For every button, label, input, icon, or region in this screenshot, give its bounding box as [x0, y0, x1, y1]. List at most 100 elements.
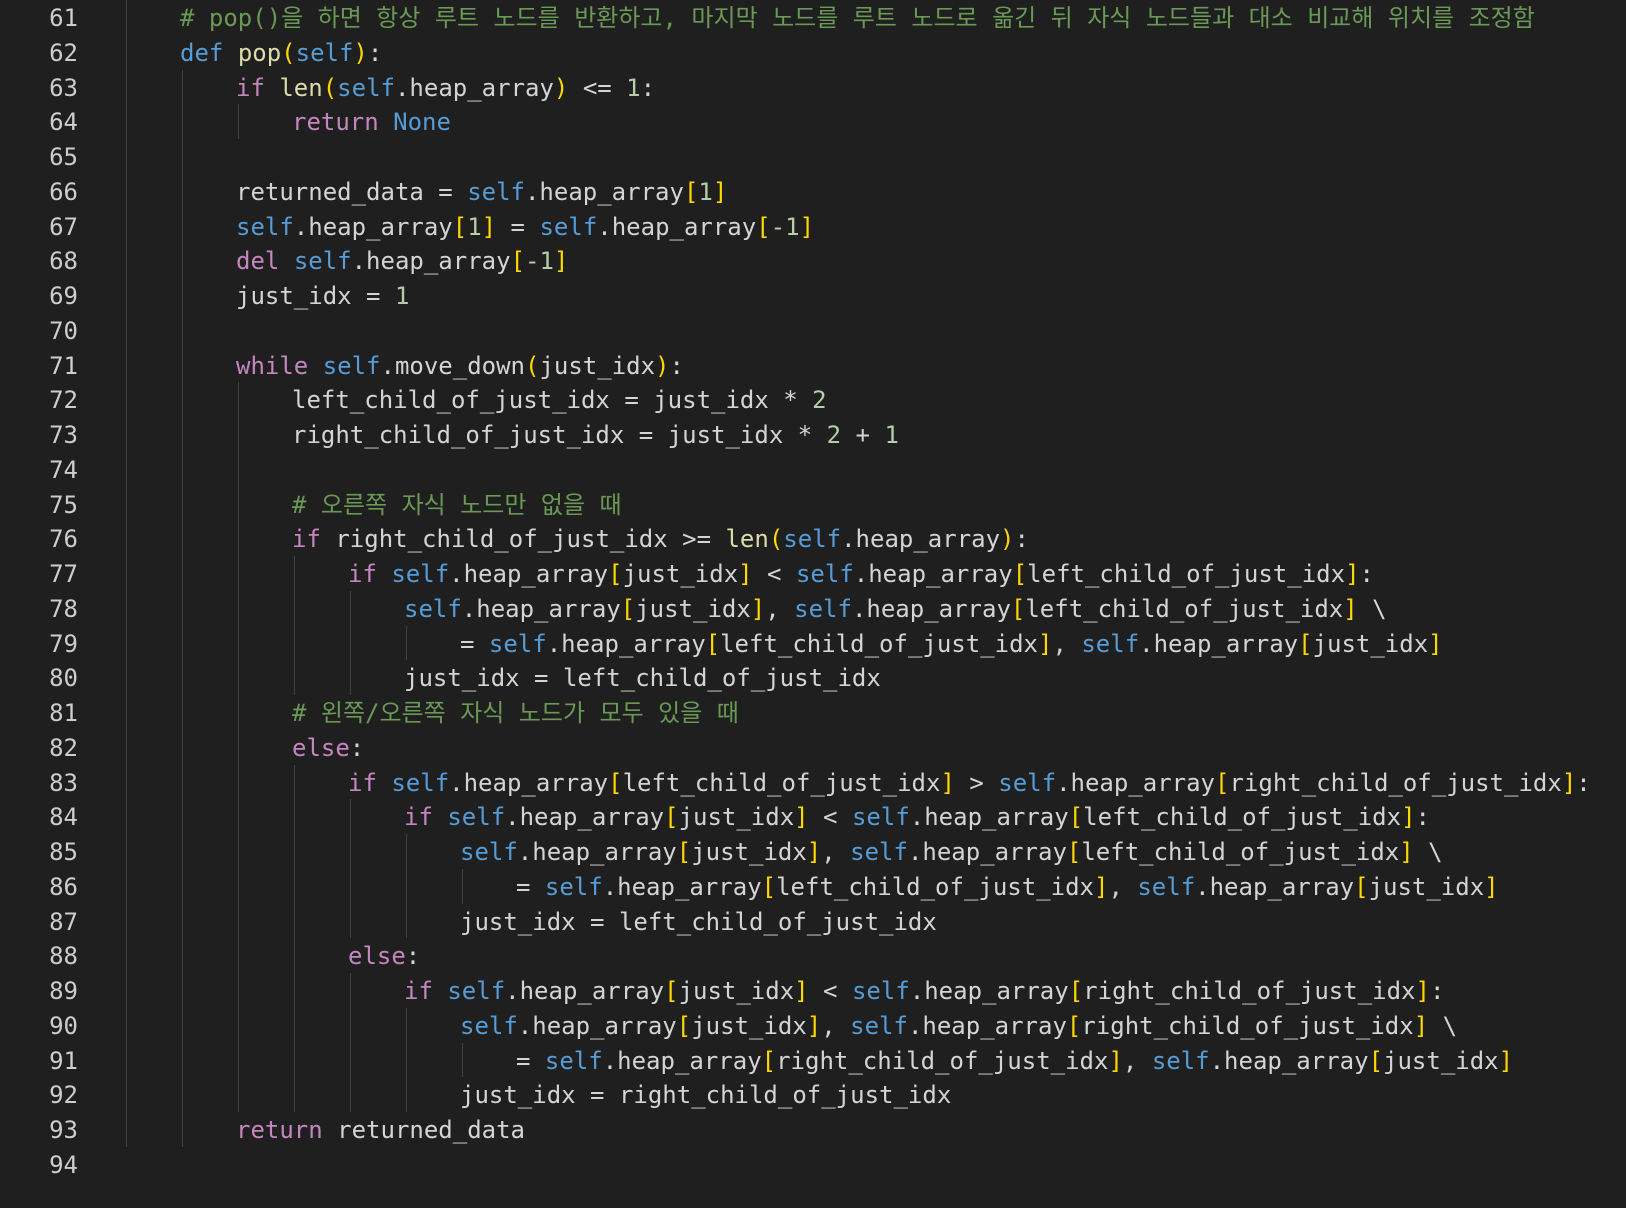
line-number: 75 — [49, 490, 78, 519]
code-line[interactable]: 76 if right_child_of_just_idx >= len(self… — [0, 521, 1626, 557]
code-token: # 오른쪽 자식 노드만 없을 때 — [292, 490, 622, 519]
code-token: 1 — [884, 421, 899, 449]
code-line[interactable]: 69 just_idx = 1 — [0, 278, 1626, 314]
code-token: self — [544, 1046, 603, 1075]
line-number: 69 — [49, 282, 78, 310]
line-code: self.heap_array[just_idx], self.heap_arr… — [460, 837, 1443, 867]
code-line[interactable]: 65 — [0, 139, 1626, 175]
code-token: just_idx = left_child_of_just_idx — [404, 664, 881, 693]
code-token: .heap_array — [853, 560, 1013, 588]
code-token: -1 — [770, 212, 800, 241]
code-line[interactable]: 80 just_idx = left_child_of_just_idx — [0, 660, 1626, 696]
code-token: + — [841, 421, 885, 449]
line-code: self.heap_array[just_idx], self.heap_arr… — [460, 1011, 1457, 1041]
code-line[interactable]: 64 return None — [0, 104, 1626, 140]
line-code: # pop()을 하면 항상 루트 노드를 반환하고, 마지막 노드를 루트 노… — [180, 3, 1535, 33]
code-token: ] — [481, 212, 497, 241]
code-token: self — [447, 803, 506, 832]
code-token: , — [1108, 872, 1138, 901]
code-token: self — [460, 1011, 518, 1040]
code-token: just_idx = — [236, 282, 395, 310]
code-line[interactable]: 72 left_child_of_just_idx = just_idx * 2 — [0, 382, 1626, 418]
code-token: [ — [664, 977, 679, 1005]
line-number: 77 — [49, 560, 78, 588]
code-line[interactable]: 83 if self.heap_array[left_child_of_just_… — [0, 765, 1626, 801]
code-line[interactable]: 91 = self.heap_array[right_child_of_just_… — [0, 1043, 1626, 1079]
code-token: self — [850, 1011, 908, 1040]
code-token: = — [516, 872, 545, 901]
line-number: 82 — [49, 733, 78, 762]
code-line[interactable]: 81 # 왼쪽/오른쪽 자식 노드가 모두 있을 때 — [0, 695, 1626, 731]
code-line[interactable]: 92 just_idx = right_child_of_just_idx — [0, 1077, 1626, 1113]
code-line[interactable]: 74 — [0, 452, 1626, 488]
line-number: 80 — [49, 664, 78, 693]
code-line[interactable]: 87 just_idx = left_child_of_just_idx — [0, 904, 1626, 940]
line-code: self.heap_array[1] = self.heap_array[-1] — [236, 212, 814, 242]
line-number: 61 — [49, 4, 78, 32]
code-token: returned_data = — [236, 177, 468, 206]
code-line[interactable]: 94 — [0, 1147, 1626, 1183]
code-token: .heap_array — [505, 977, 665, 1005]
code-line[interactable]: 79 = self.heap_array[left_child_of_just_i… — [0, 626, 1626, 662]
code-line[interactable]: 88 else: — [0, 938, 1626, 974]
code-token: self — [467, 177, 525, 206]
code-token: ) — [1000, 525, 1015, 554]
code-token: self — [544, 872, 603, 901]
code-token: self — [322, 351, 381, 380]
code-token: left_child_of_just_idx — [622, 768, 941, 797]
line-number: 64 — [49, 108, 78, 137]
code-token: : — [1576, 768, 1591, 797]
line-code: = self.heap_array[right_child_of_just_id… — [516, 1046, 1513, 1076]
code-token: .heap_array — [461, 594, 621, 623]
code-line[interactable]: 62 def pop(self): — [0, 35, 1626, 71]
line-number: 63 — [49, 73, 78, 102]
code-token: [ — [608, 768, 623, 797]
code-token: return — [292, 108, 379, 137]
code-token: = — [516, 1046, 545, 1075]
code-token: : — [367, 38, 383, 67]
code-editor[interactable]: 61 # pop()을 하면 항상 루트 노드를 반환하고, 마지막 노드를 루트… — [0, 0, 1626, 1208]
code-token: del — [236, 247, 280, 276]
code-token: ] — [794, 977, 809, 1005]
code-line[interactable]: 63 if len(self.heap_array) <= 1: — [0, 70, 1626, 106]
code-token: .heap_array — [449, 768, 609, 797]
code-line[interactable]: 86 = self.heap_array[left_child_of_just_i… — [0, 869, 1626, 905]
code-line[interactable]: 70 — [0, 313, 1626, 349]
code-line[interactable]: 75 # 오른쪽 자식 노드만 없을 때 — [0, 487, 1626, 523]
line-code: return None — [292, 107, 451, 137]
code-token: .heap_array — [449, 560, 609, 588]
code-token: : — [1429, 977, 1445, 1005]
code-line[interactable]: 77 if self.heap_array[just_idx] < self.he… — [0, 556, 1626, 592]
code-token: self — [539, 212, 598, 241]
code-line[interactable]: 89 if self.heap_array[just_idx] < self.he… — [0, 973, 1626, 1009]
code-token: .heap_array — [907, 1011, 1067, 1040]
code-token: [ — [1068, 977, 1084, 1005]
line-code: if self.heap_array[just_idx] < self.heap… — [348, 559, 1374, 589]
line-code: just_idx = left_child_of_just_idx — [404, 663, 881, 693]
code-line[interactable]: 66 returned_data = self.heap_array[1] — [0, 174, 1626, 210]
code-token: .heap_array — [1056, 768, 1216, 797]
code-line[interactable]: 67 self.heap_array[1] = self.heap_array[-… — [0, 209, 1626, 245]
code-line[interactable]: 78 self.heap_array[just_idx], self.heap_a… — [0, 591, 1626, 627]
code-line[interactable]: 68 del self.heap_array[-1] — [0, 243, 1626, 279]
line-code: just_idx = left_child_of_just_idx — [460, 907, 937, 937]
code-line[interactable]: 90 self.heap_array[just_idx], self.heap_a… — [0, 1008, 1626, 1044]
code-line[interactable]: 93 return returned_data — [0, 1112, 1626, 1148]
code-token: just_idx = right_child_of_just_idx — [460, 1081, 952, 1110]
line-number: 88 — [49, 942, 78, 971]
code-token: .heap_array — [602, 1046, 762, 1075]
code-token: .heap_array — [505, 803, 665, 832]
line-number: 81 — [49, 699, 78, 727]
code-line[interactable]: 71 while self.move_down(just_idx): — [0, 348, 1626, 384]
code-line[interactable]: 85 self.heap_array[just_idx], self.heap_a… — [0, 834, 1626, 870]
code-token: self — [460, 838, 518, 866]
code-token: .heap_array — [841, 525, 1001, 554]
code-line[interactable]: 61 # pop()을 하면 항상 루트 노드를 반환하고, 마지막 노드를 루트… — [0, 0, 1626, 36]
code-line[interactable]: 84 if self.heap_array[just_idx] < self.he… — [0, 799, 1626, 835]
code-line[interactable]: 73 right_child_of_just_idx = just_idx * 2… — [0, 417, 1626, 453]
code-line[interactable]: 82 else: — [0, 730, 1626, 766]
code-token: .move_down — [380, 351, 526, 380]
code-token: .heap_array — [909, 803, 1069, 832]
